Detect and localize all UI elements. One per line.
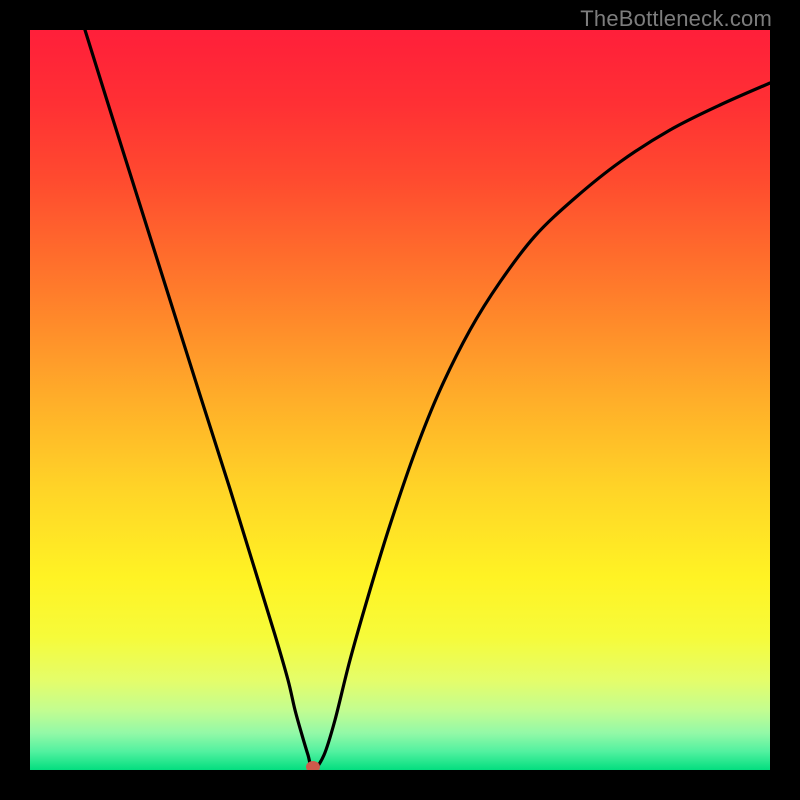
curve-layer <box>30 30 770 770</box>
plot-frame <box>30 30 770 770</box>
minimum-marker <box>306 761 320 770</box>
watermark-text: TheBottleneck.com <box>580 6 772 32</box>
bottleneck-curve <box>85 30 770 770</box>
